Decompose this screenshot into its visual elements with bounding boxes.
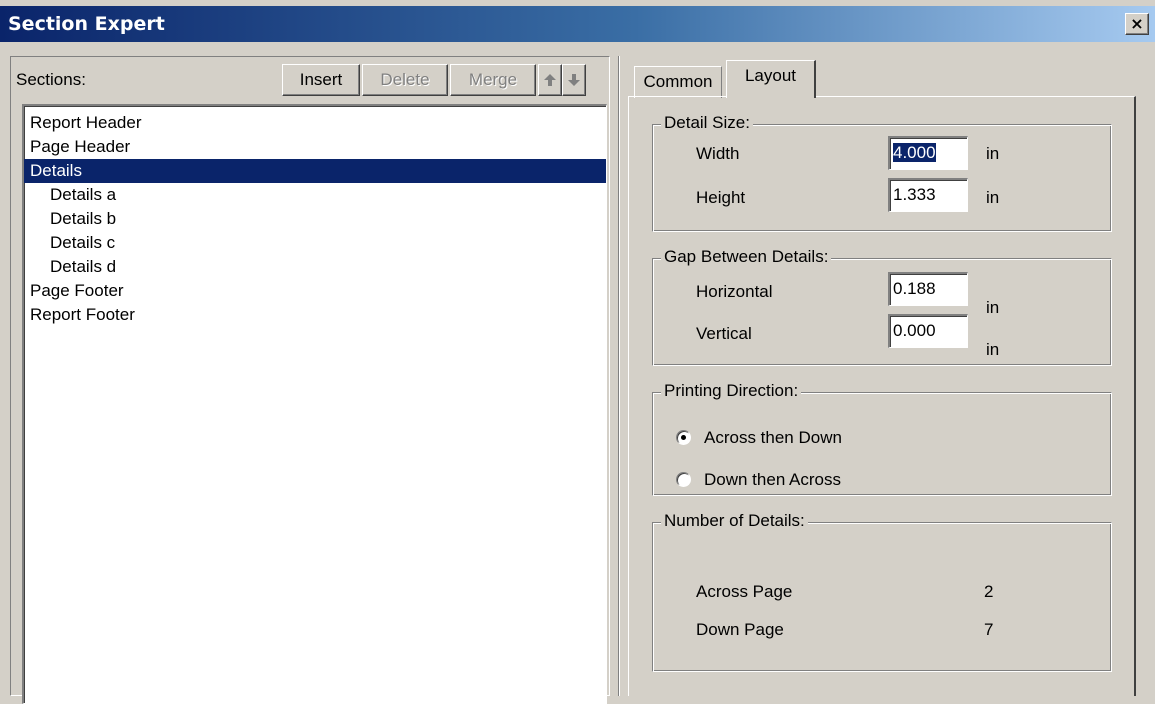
- window-title: Section Expert: [8, 13, 165, 35]
- list-item[interactable]: Details d: [24, 255, 606, 279]
- width-field[interactable]: 4.000: [888, 136, 968, 170]
- tab-layout[interactable]: Layout: [726, 60, 816, 98]
- across-then-down-label[interactable]: Across then Down: [704, 428, 842, 448]
- down-then-across-label[interactable]: Down then Across: [704, 470, 841, 490]
- list-item[interactable]: Report Footer: [24, 303, 606, 327]
- delete-button[interactable]: Delete: [362, 64, 448, 96]
- down-page-value: 7: [984, 620, 994, 639]
- gap-label: Gap Between Details:: [661, 247, 832, 267]
- detail-size-group: Detail Size:: [652, 113, 1112, 232]
- number-of-details-label: Number of Details:: [661, 511, 808, 531]
- height-unit: in: [986, 188, 1000, 207]
- across-page-label: Across Page: [696, 582, 793, 601]
- down-arrow-icon: [568, 74, 580, 86]
- vertical-unit: in: [986, 340, 1000, 359]
- down-then-across-radio[interactable]: [676, 472, 691, 487]
- height-label: Height: [696, 188, 746, 207]
- list-item[interactable]: Page Footer: [24, 279, 606, 303]
- sections-label: Sections:: [16, 70, 86, 89]
- list-item-selected[interactable]: Details: [24, 159, 606, 183]
- horizontal-label: Horizontal: [696, 282, 773, 301]
- vertical-label: Vertical: [696, 324, 752, 343]
- insert-button[interactable]: Insert: [282, 64, 360, 96]
- sections-list[interactable]: Report Header Page Header Details Detail…: [22, 104, 607, 704]
- height-value: 1.333: [893, 185, 936, 204]
- move-up-button[interactable]: [538, 64, 562, 96]
- detail-size-label: Detail Size:: [661, 113, 753, 133]
- list-item[interactable]: Details b: [24, 207, 606, 231]
- vertical-gap-field[interactable]: 0.000: [888, 314, 968, 348]
- printing-direction-label: Printing Direction:: [661, 381, 802, 401]
- horizontal-unit: in: [986, 298, 1000, 317]
- horizontal-value: 0.188: [893, 279, 936, 298]
- across-then-down-radio[interactable]: [676, 430, 691, 445]
- down-page-label: Down Page: [696, 620, 784, 639]
- close-icon: ×: [1130, 14, 1144, 33]
- width-unit: in: [986, 144, 1000, 163]
- merge-button[interactable]: Merge: [450, 64, 536, 96]
- height-field[interactable]: 1.333: [888, 178, 968, 212]
- vertical-value: 0.000: [893, 321, 936, 340]
- move-down-button[interactable]: [562, 64, 586, 96]
- list-item[interactable]: Details c: [24, 231, 606, 255]
- across-page-value: 2: [984, 582, 994, 601]
- radio-selected-dot: [681, 435, 686, 440]
- tab-common[interactable]: Common: [634, 66, 722, 98]
- close-button[interactable]: ×: [1125, 13, 1149, 35]
- width-value: 4.000: [893, 143, 936, 162]
- panel-divider: [618, 56, 620, 696]
- list-item[interactable]: Page Header: [24, 135, 606, 159]
- horizontal-gap-field[interactable]: 0.188: [888, 272, 968, 306]
- list-item[interactable]: Report Header: [24, 111, 606, 135]
- up-arrow-icon: [544, 74, 556, 86]
- title-bar: Section Expert ×: [0, 6, 1155, 42]
- width-label: Width: [696, 144, 740, 163]
- list-item[interactable]: Details a: [24, 183, 606, 207]
- gap-group: Gap Between Details:: [652, 247, 1112, 366]
